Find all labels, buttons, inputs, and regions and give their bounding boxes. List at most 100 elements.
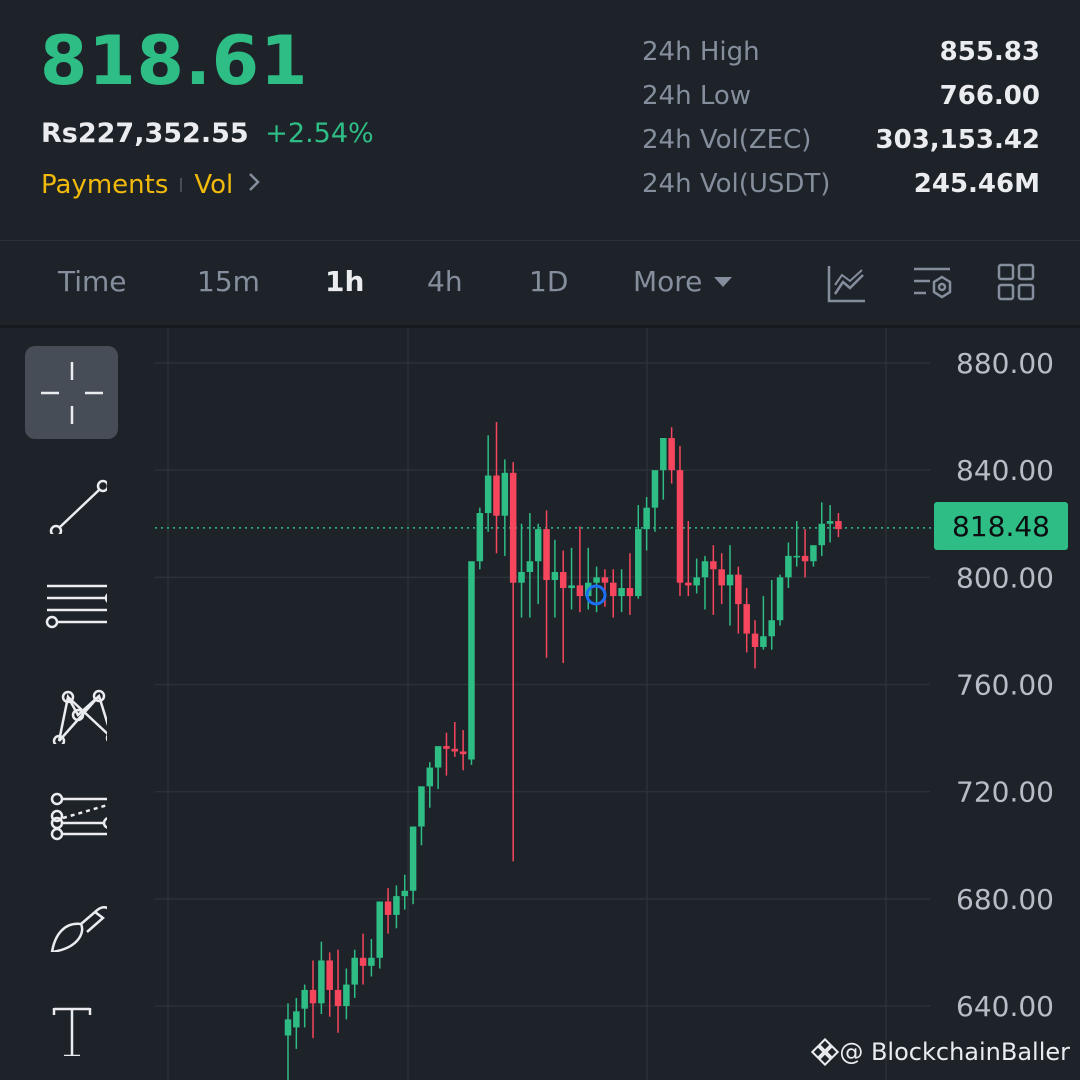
trend-line-tool-button[interactable] — [25, 452, 118, 545]
tab-time[interactable]: Time — [58, 265, 127, 298]
y-tick-label: 840.00 — [956, 454, 1054, 487]
candle-body — [418, 786, 425, 827]
stat-value: 303,153.42 — [875, 125, 1040, 155]
current-price-tag: 818.48 — [934, 502, 1068, 550]
chevron-right-icon[interactable] — [247, 170, 261, 200]
candle-body — [651, 470, 659, 508]
candle-body — [785, 555, 792, 578]
fiat-change-row: Rs227,352.55 +2.54% — [41, 118, 374, 149]
pattern-tool-button[interactable] — [25, 662, 118, 755]
last-price: 818.61 — [40, 22, 309, 101]
candle-body — [434, 746, 442, 768]
text-tool-button[interactable] — [25, 974, 118, 1067]
candle-body — [401, 890, 409, 897]
y-tick-label: 880.00 — [956, 347, 1054, 380]
candle-body — [618, 588, 625, 597]
candle-body — [593, 577, 600, 583]
trend-line-icon — [49, 479, 107, 534]
candle-body — [751, 633, 759, 647]
candlestick-chart[interactable]: 880.00 840.00 800.00 760.00 720.00 680.00 640.… — [0, 328, 1080, 1080]
candle-body — [451, 748, 459, 752]
stat-24h-vol-zec: 24h Vol(ZEC) 303,153.42 — [642, 118, 1040, 162]
tab-more[interactable]: More — [633, 265, 733, 298]
pattern-icon — [52, 689, 107, 744]
candle-body — [376, 901, 383, 958]
candle-body — [334, 989, 342, 1006]
candle-body — [776, 577, 784, 621]
tag-separator — [180, 178, 183, 192]
indicator-settings-icon[interactable] — [912, 263, 954, 309]
candle-body — [359, 957, 367, 966]
horizontal-lines-icon — [45, 584, 107, 628]
candle-body — [635, 529, 642, 597]
candle-body — [351, 957, 358, 985]
tags-row[interactable]: Payments Vol — [41, 170, 261, 200]
brush-tool-button[interactable] — [25, 870, 118, 963]
candle-body — [676, 470, 684, 583]
candle-body — [685, 582, 692, 586]
candle-body — [576, 585, 584, 597]
candle-body — [826, 521, 834, 524]
line-chart-icon[interactable] — [826, 263, 868, 309]
candle-body — [760, 636, 767, 647]
brush-icon — [50, 905, 107, 952]
stat-label: 24h Vol(ZEC) — [642, 125, 812, 155]
candle-body — [643, 507, 650, 530]
candle-body — [518, 571, 525, 583]
candle-body — [610, 582, 617, 597]
candle-body — [701, 561, 709, 578]
candle-body — [726, 574, 734, 586]
candle-body — [509, 472, 517, 583]
candle-body — [801, 555, 809, 562]
candle-body — [534, 529, 542, 562]
fiat-price: Rs227,352.55 — [41, 118, 249, 149]
drawing-toolbar — [0, 328, 140, 1080]
crosshair-icon — [40, 361, 103, 424]
candle-body — [443, 746, 450, 749]
watermark: @ BlockchainBaller — [811, 1038, 1070, 1066]
y-tick-label: 720.00 — [956, 776, 1054, 809]
caret-down-icon — [714, 276, 733, 287]
tab-4h[interactable]: 4h — [427, 265, 463, 298]
tag-vol[interactable]: Vol — [194, 170, 233, 200]
candle-body — [543, 529, 550, 581]
candle-body — [551, 571, 559, 581]
stat-label: 24h Low — [642, 81, 752, 111]
stat-value: 766.00 — [939, 81, 1040, 111]
horizontal-lines-tool-button[interactable] — [25, 556, 118, 649]
stat-value: 245.46M — [913, 169, 1040, 199]
tab-1h[interactable]: 1h — [325, 265, 364, 298]
candle-body — [693, 577, 700, 586]
candle-body — [835, 521, 842, 530]
grid-layout-icon[interactable] — [997, 263, 1037, 307]
candle-body — [318, 960, 325, 1004]
stat-label: 24h High — [642, 37, 760, 67]
tab-15m[interactable]: 15m — [197, 265, 260, 298]
candle-body — [459, 751, 467, 755]
candle-body — [484, 475, 492, 514]
candle-body — [710, 561, 717, 570]
candle-body — [384, 901, 392, 915]
tab-1d[interactable]: 1D — [529, 265, 568, 298]
stat-label: 24h Vol(USDT) — [642, 169, 831, 199]
candle-body — [426, 767, 434, 787]
candle-body — [368, 957, 375, 966]
ticker-header: 818.61 Rs227,352.55 +2.54% Payments Vol … — [0, 0, 1080, 240]
candle-body — [768, 620, 775, 637]
candle-body — [409, 826, 417, 891]
crosshair-tool-button[interactable] — [25, 346, 118, 439]
candle-body — [526, 561, 534, 572]
candle-body — [810, 545, 817, 562]
binance-logo-icon — [811, 1038, 840, 1066]
candle-body — [660, 438, 667, 471]
tag-payments[interactable]: Payments — [41, 170, 168, 200]
tab-more-label: More — [633, 265, 703, 298]
candle-body — [668, 438, 675, 471]
fib-tool-icon — [50, 792, 107, 840]
candle-body — [309, 989, 317, 1004]
candle-body — [293, 1011, 300, 1028]
stats-panel: 24h High 855.83 24h Low 766.00 24h Vol(Z… — [642, 30, 1040, 206]
candle-body — [735, 574, 742, 605]
stat-24h-vol-usdt: 24h Vol(USDT) 245.46M — [642, 162, 1040, 206]
fib-tool-button[interactable] — [25, 764, 118, 857]
